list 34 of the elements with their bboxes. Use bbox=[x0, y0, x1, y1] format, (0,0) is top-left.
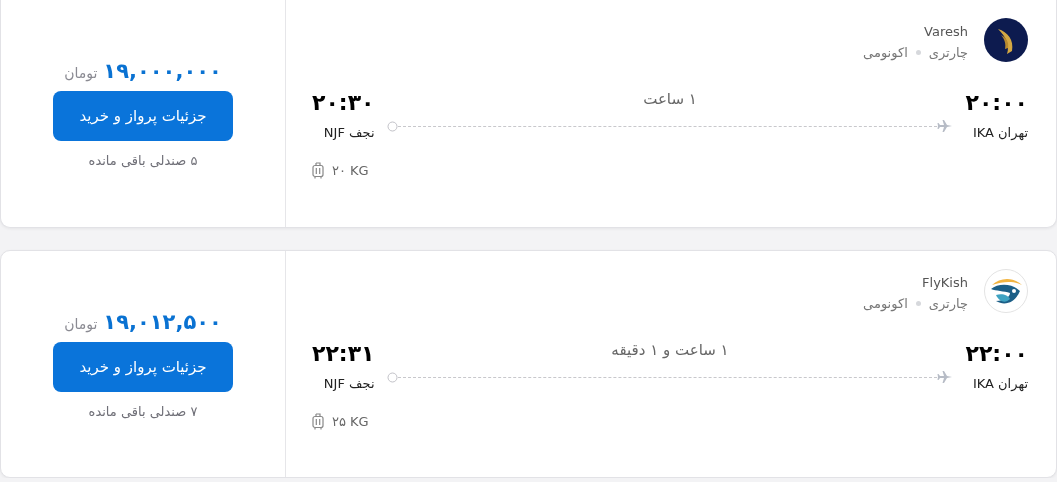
departure-time: ۲۲:۰۰ bbox=[965, 341, 1028, 366]
luggage-icon bbox=[312, 413, 324, 430]
destination-circle-icon bbox=[386, 371, 398, 383]
departure-airport: تهران IKA bbox=[971, 376, 1028, 391]
price: ۱۹,۰۰۰,۰۰۰ bbox=[103, 59, 222, 83]
flight-details-button[interactable]: جزئیات پرواز و خرید bbox=[53, 341, 233, 392]
flight-duration: ۱ ساعت bbox=[643, 90, 697, 108]
fare-type: چارتری bbox=[928, 296, 968, 311]
flight-duration: ۱ ساعت و ۱ دقیقه bbox=[611, 341, 729, 359]
separator-dot bbox=[915, 301, 921, 306]
airline-name: FlyKish bbox=[921, 275, 968, 290]
arrival-time: ۲۰:۳۰ bbox=[312, 90, 375, 115]
baggage-allowance: ۲۰ KG bbox=[332, 163, 369, 178]
seats-left: ۵ صندلی باقی مانده bbox=[88, 153, 198, 168]
flight-details-button[interactable]: جزئیات پرواز و خرید bbox=[53, 91, 233, 141]
destination-circle-icon bbox=[386, 120, 398, 132]
baggage-allowance: ۲۵ KG bbox=[332, 414, 369, 429]
cabin-class: اکونومی bbox=[863, 296, 908, 311]
arrival-airport: نجف NJF bbox=[322, 376, 375, 391]
departure-time: ۲۰:۰۰ bbox=[965, 90, 1028, 115]
luggage-icon bbox=[312, 162, 324, 179]
arrival-airport: نجف NJF bbox=[322, 125, 375, 140]
arrival-time: ۲۲:۳۱ bbox=[312, 341, 375, 366]
currency: تومان bbox=[64, 315, 98, 332]
seats-left: ۷ صندلی باقی مانده bbox=[88, 403, 198, 419]
fare-type: چارتری bbox=[928, 45, 968, 60]
airline-logo-icon bbox=[984, 269, 1028, 313]
currency: تومان bbox=[64, 65, 98, 81]
price: ۱۹,۰۱۲,۵۰۰ bbox=[103, 309, 222, 334]
departure-airport: تهران IKA bbox=[971, 125, 1028, 140]
cabin-class: اکونومی bbox=[863, 45, 908, 60]
separator-dot bbox=[915, 50, 921, 55]
airline-logo-icon bbox=[984, 18, 1028, 62]
airline-name: Varesh bbox=[923, 24, 968, 39]
